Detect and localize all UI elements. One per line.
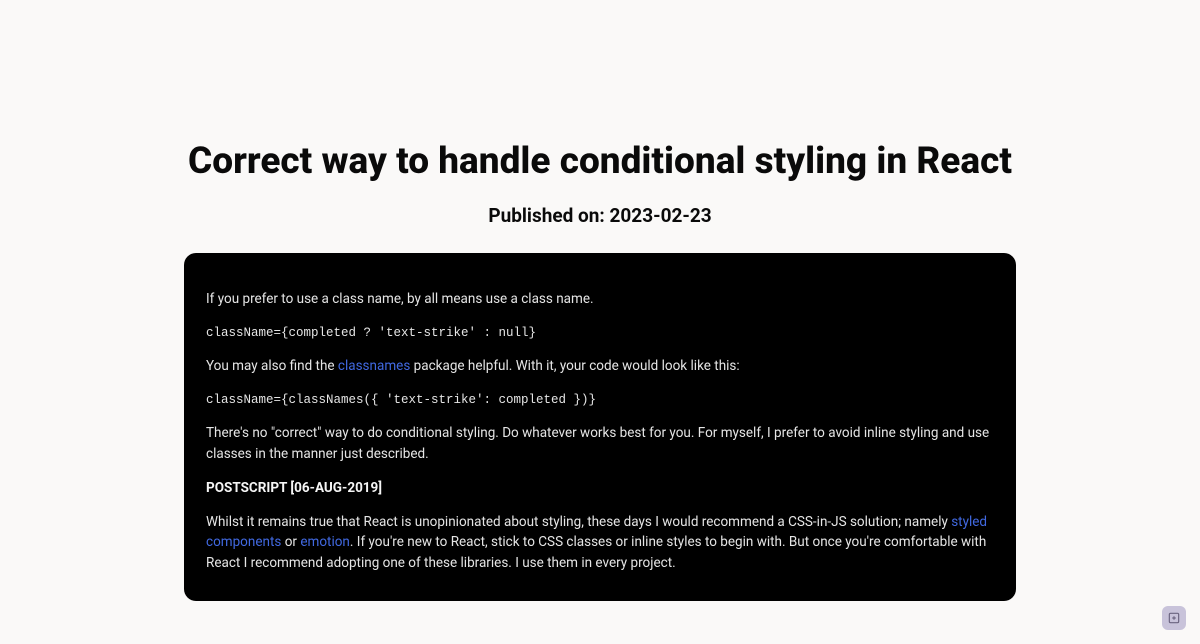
code-snippet-2: className={classNames({ 'text-strike': c…	[206, 391, 994, 410]
paragraph-2: You may also find the classnames package…	[206, 356, 994, 376]
paragraph-4-mid: or	[281, 534, 300, 550]
paragraph-4-before: Whilst it remains true that React is uno…	[206, 514, 951, 530]
paragraph-4: Whilst it remains true that React is uno…	[206, 512, 994, 573]
postscript-header: POSTSCRIPT [06-AUG-2019]	[206, 478, 994, 498]
emotion-link[interactable]: emotion	[300, 534, 350, 550]
classnames-link[interactable]: classnames	[338, 358, 410, 374]
published-date: Published on: 2023-02-23	[184, 204, 1016, 227]
paragraph-2-after: package helpful. With it, your code woul…	[410, 358, 739, 374]
corner-widget-button[interactable]	[1162, 606, 1186, 630]
article-title: Correct way to handle conditional stylin…	[184, 140, 1016, 184]
code-snippet-1: className={completed ? 'text-strike' : n…	[206, 324, 994, 343]
paragraph-1: If you prefer to use a class name, by al…	[206, 289, 994, 309]
article-container: Correct way to handle conditional stylin…	[168, 0, 1032, 601]
paragraph-3: There's no "correct" way to do condition…	[206, 423, 994, 464]
paragraph-2-before: You may also find the	[206, 358, 338, 374]
widget-icon	[1167, 611, 1181, 625]
content-box: If you prefer to use a class name, by al…	[184, 253, 1016, 601]
